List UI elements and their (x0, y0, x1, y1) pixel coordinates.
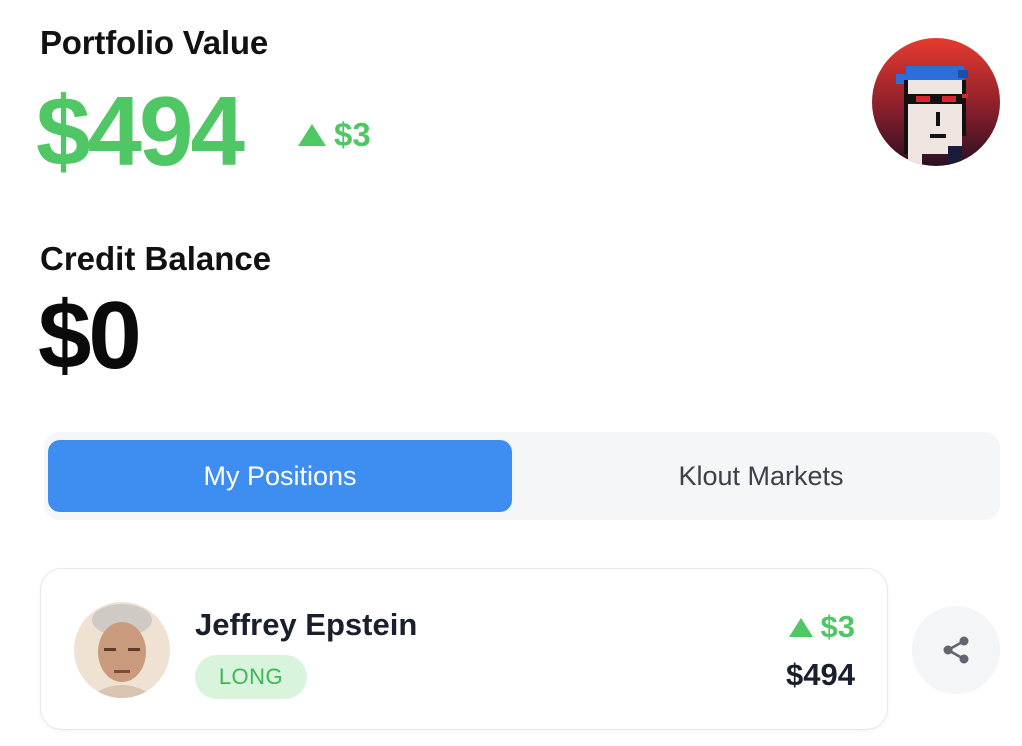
position-avatar (74, 602, 170, 698)
arrow-up-icon (298, 124, 326, 146)
share-icon (943, 636, 969, 664)
tab-my-positions[interactable]: My Positions (48, 440, 512, 512)
credit-balance-title: Credit Balance (40, 240, 272, 277)
profile-avatar[interactable] (872, 38, 1000, 166)
pixel-punk-avatar-icon (872, 38, 1000, 166)
person-photo-icon (74, 602, 170, 698)
position-change: $3 (788, 609, 855, 645)
credit-balance-amount: $0 (38, 282, 142, 389)
position-value: $494 (786, 657, 855, 692)
portfolio-page: Portfolio Value $494 $3 Credit Balance $… (0, 0, 1022, 746)
portfolio-value-title: Portfolio Value (40, 24, 269, 61)
portfolio-change: $3 (298, 116, 371, 154)
position-side-badge: LONG (195, 655, 307, 699)
arrow-up-icon (788, 617, 813, 637)
position-card[interactable]: Jeffrey Epstein LONG $3 $494 (40, 568, 888, 730)
portfolio-value-amount: $494 (36, 76, 245, 186)
tab-klout-markets[interactable]: Klout Markets (526, 440, 996, 512)
position-name: Jeffrey Epstein (195, 607, 418, 642)
share-button[interactable] (912, 606, 1000, 694)
position-change-amount: $3 (820, 609, 855, 644)
portfolio-change-amount: $3 (334, 116, 371, 153)
tab-bar: My Positions Klout Markets (44, 432, 1000, 520)
